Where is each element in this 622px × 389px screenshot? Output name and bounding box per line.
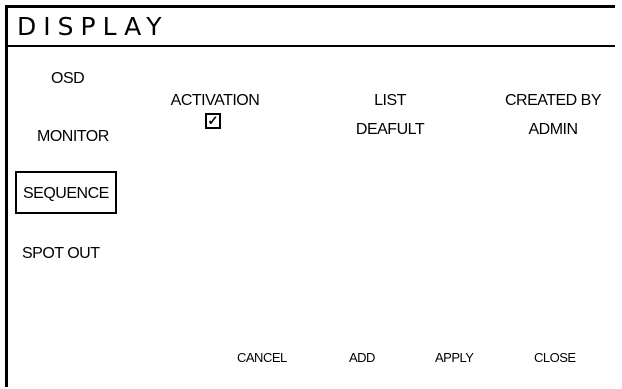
apply-button[interactable]: APPLY <box>435 350 474 365</box>
check-icon: ✓ <box>207 113 219 128</box>
menu-item-monitor[interactable]: MONITOR <box>37 128 109 146</box>
menu-item-sequence[interactable]: SEQUENCE <box>15 171 117 214</box>
created-by-cell: ADMIN <box>528 121 578 138</box>
column-header-activation: ACTIVATION <box>170 92 260 109</box>
title-bar: DISPLAY <box>8 8 615 47</box>
list-cell: DEAFULT <box>355 121 425 138</box>
cancel-button[interactable]: CANCEL <box>237 350 287 365</box>
column-header-created-by: CREATED BY <box>504 92 602 109</box>
window-title: DISPLAY <box>17 12 169 41</box>
close-button[interactable]: CLOSE <box>534 350 576 365</box>
menu-item-osd[interactable]: OSD <box>51 70 85 88</box>
activation-checkbox[interactable]: ✓ <box>205 113 221 129</box>
column-header-list: LIST <box>374 92 406 109</box>
add-button[interactable]: ADD <box>349 350 375 365</box>
menu-item-spot-out[interactable]: SPOT OUT <box>22 245 100 263</box>
